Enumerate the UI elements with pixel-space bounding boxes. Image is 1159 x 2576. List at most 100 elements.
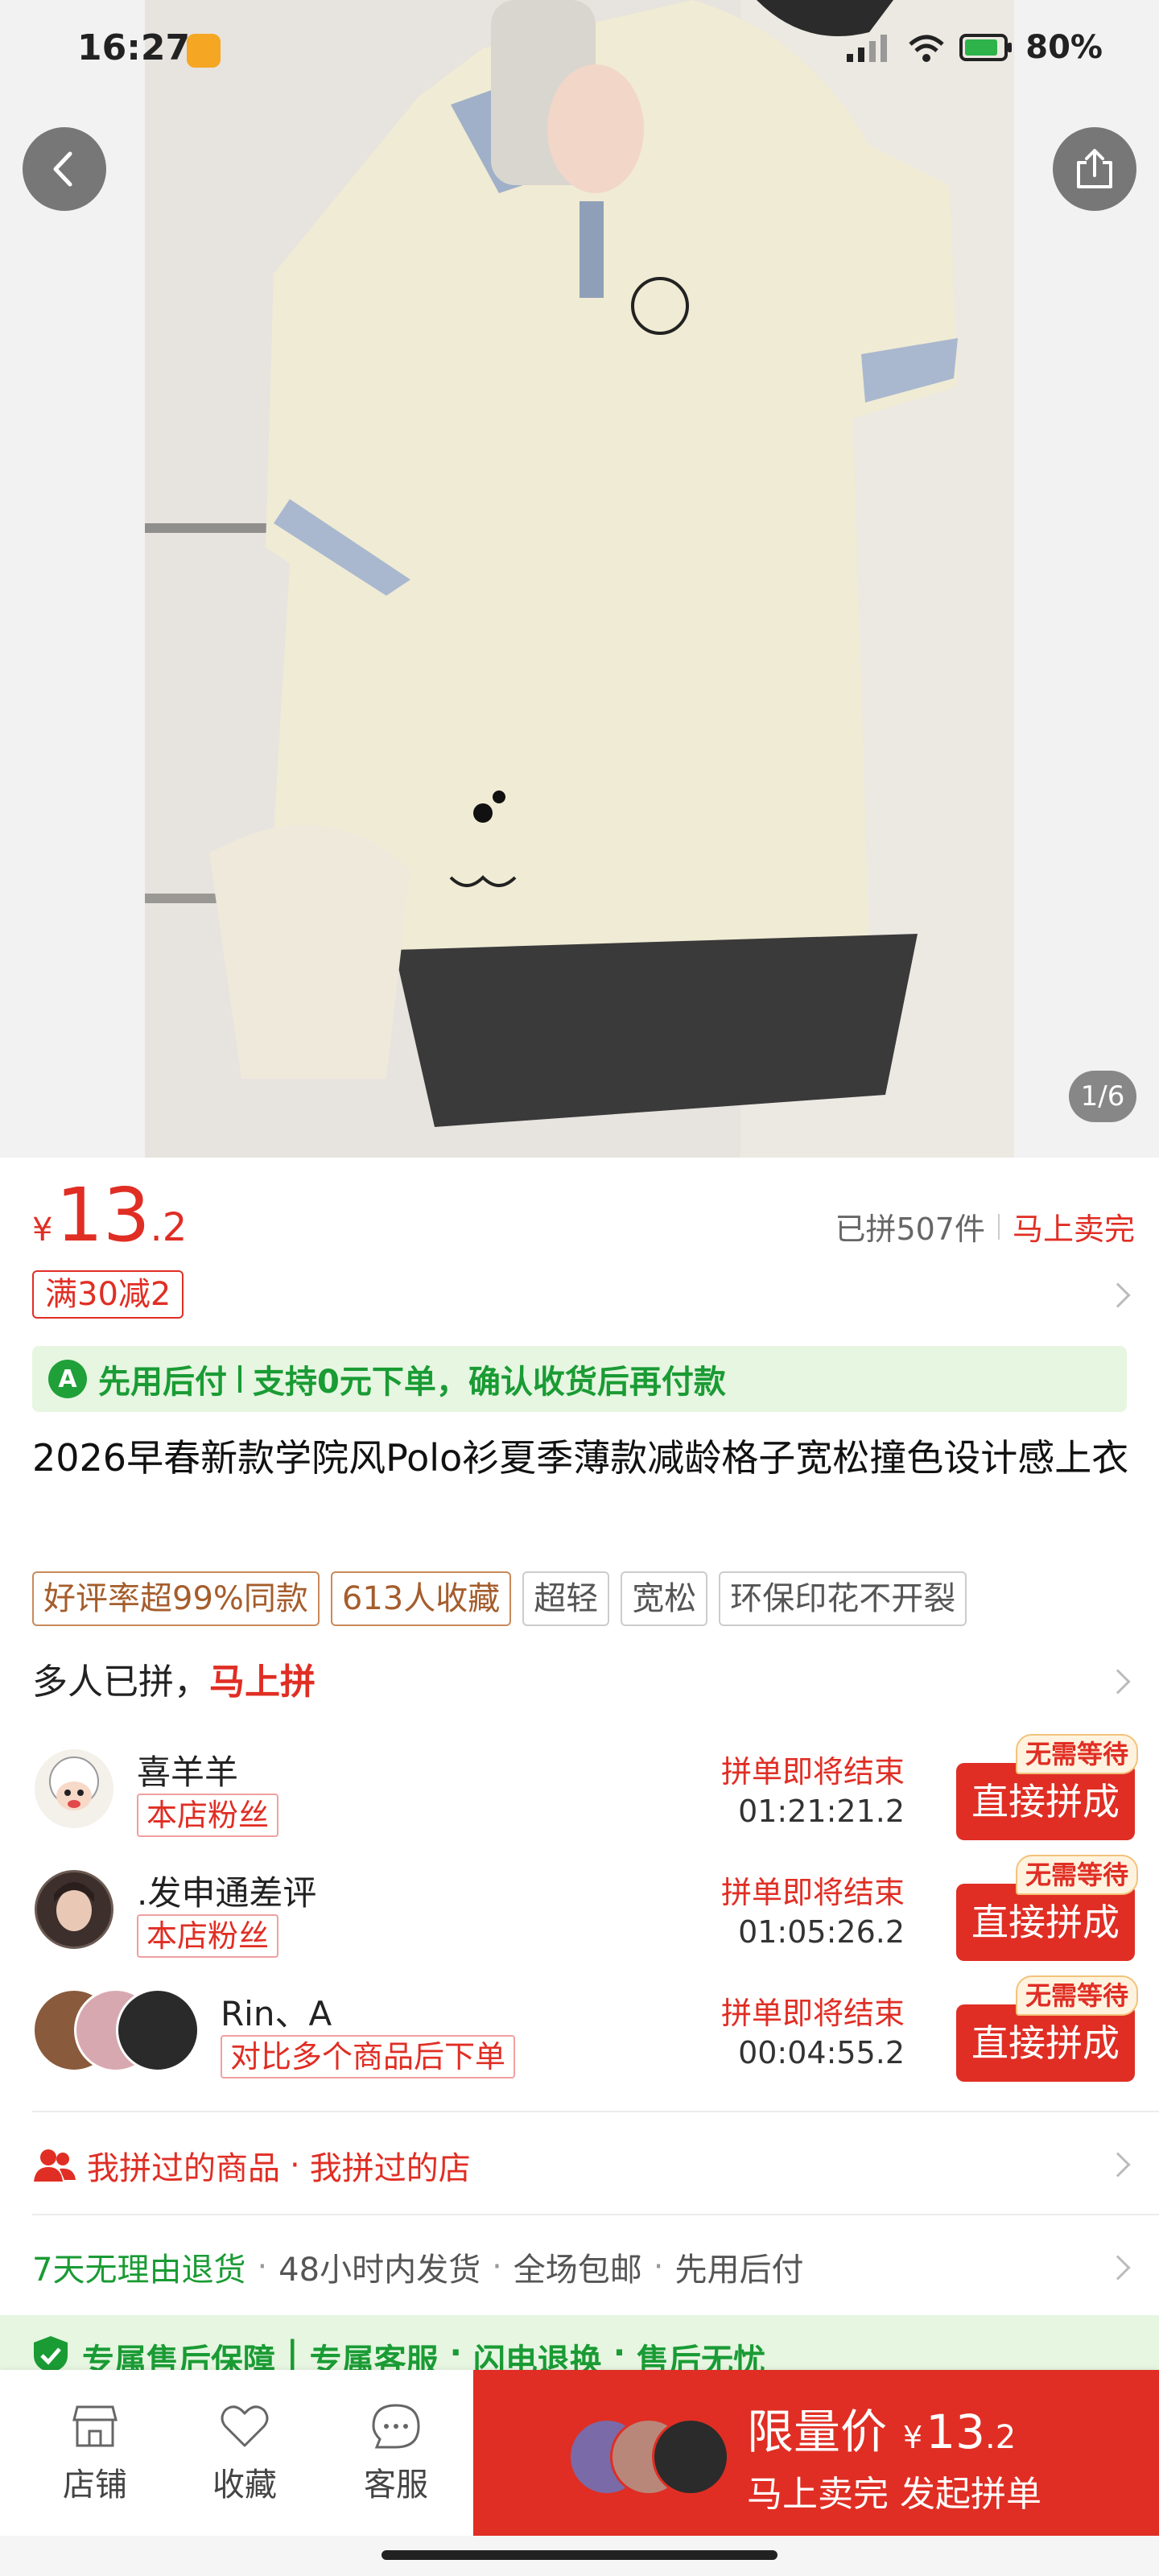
buyer-avatars (568, 2418, 729, 2496)
bottom-action-bar: 店铺 收藏 客服 限量价 ¥ 13 .2 马上卖完 发起拼单 (0, 2370, 1159, 2536)
battery-percent: 80% (1025, 29, 1103, 66)
signal-icon (847, 35, 888, 62)
group-user-tag: 本店粉丝 (137, 1794, 279, 1837)
store-button[interactable]: 店铺 (47, 2402, 143, 2505)
pay-later-divider (238, 1365, 241, 1393)
service-item: 48小时内发货 (278, 2252, 481, 2289)
tag-rating: 好评率超99%同款 (32, 1571, 320, 1626)
price: ¥ 13 .2 (32, 1175, 187, 1256)
group-user-name: 喜羊羊 (137, 1752, 239, 1792)
group-countdown: 01:21:21.2 (738, 1794, 905, 1829)
favorite-button[interactable]: 收藏 (196, 2402, 293, 2505)
service-row[interactable]: 7天无理由退货 · 48小时内发货 · 全场包邮 · 先用后付 (32, 2233, 1135, 2301)
status-time: 16:27 (77, 27, 191, 68)
join-group-button[interactable]: 直接拼成 (956, 1763, 1135, 1840)
sales-divider (997, 1213, 1000, 1240)
status-bar: 16:27 80% (0, 0, 1159, 100)
girl-avatar-icon (37, 1872, 111, 1946)
service-item: 全场包邮 (513, 2252, 642, 2289)
battery-icon (959, 34, 1013, 61)
buy-currency: ¥ (903, 2420, 923, 2455)
guarantee-d: 售后无忧 (637, 2343, 766, 2372)
group-buy-button[interactable]: 限量价 ¥ 13 .2 马上卖完 发起拼单 (473, 2370, 1159, 2536)
home-indicator[interactable] (382, 2550, 777, 2560)
group-buy-header[interactable]: 多人已拼，马上拼 (32, 1650, 1135, 1715)
customer-service-label: 客服 (364, 2467, 428, 2504)
pay-later-desc: 支持0元下单，确认收货后再付款 (253, 1364, 726, 1401)
coupon-badge[interactable]: 满30减2 (32, 1270, 184, 1319)
group-ending-label: 拼单即将结束 (720, 1875, 905, 1910)
tag-loose: 宽松 (621, 1571, 708, 1626)
wifi-icon (909, 35, 944, 62)
join-group-button[interactable]: 直接拼成 (956, 1884, 1135, 1961)
users-icon (34, 2149, 76, 2182)
service-dot: · (257, 2248, 268, 2285)
price-row: ¥ 13 .2 已拼507件 马上卖完 (32, 1175, 1135, 1256)
no-wait-badge: 无需等待 (1015, 1734, 1138, 1774)
history-dot: · (290, 2147, 300, 2184)
service-dot: · (653, 2248, 664, 2285)
group-row: Rin、A 对比多个商品后下单 拼单即将结束 00:04:55.2 直接拼成 无… (32, 1975, 1138, 2085)
store-icon (72, 2405, 118, 2447)
product-gallery[interactable] (0, 0, 1159, 1158)
price-currency: ¥ (32, 1212, 53, 1249)
product-photo (145, 0, 1014, 1158)
avatar (652, 2418, 729, 2496)
history-link-row[interactable]: 我拼过的商品 · 我拼过的店 (32, 2132, 1135, 2199)
history-products-link[interactable]: 我拼过的商品 (87, 2142, 280, 2189)
group-countdown: 00:04:55.2 (738, 2035, 905, 2070)
chevron-left-icon (53, 151, 72, 187)
group-buy-prefix: 多人已拼， (32, 1662, 209, 1703)
buy-integer: 13 (926, 2405, 986, 2459)
shield-check-icon (34, 2336, 68, 2372)
avatar (32, 1747, 116, 1831)
pay-later-title: 先用后付 (98, 1364, 227, 1401)
no-wait-badge: 无需等待 (1015, 1975, 1138, 2016)
chat-icon (372, 2404, 420, 2449)
chevron-right-icon[interactable] (1105, 1282, 1131, 1308)
gallery-counter: 1/6 (1069, 1071, 1136, 1122)
tag-light: 超轻 (522, 1571, 610, 1626)
pay-later-icon: A (48, 1360, 87, 1398)
sold-count: 已拼507件 (835, 1212, 985, 1247)
guarantee-divider: | (287, 2334, 299, 2372)
group-buy-cta: 马上拼 (209, 1662, 316, 1703)
group-ending-label: 拼单即将结束 (720, 1754, 905, 1790)
price-decimal: .2 (150, 1205, 188, 1250)
avatar (32, 1868, 116, 1951)
guarantee-a: 专属售后保障 (82, 2343, 275, 2372)
product-tags: 好评率超99%同款 613人收藏 超轻 宽松 环保印花不开裂 (32, 1571, 967, 1626)
buy-label: 限量价 (747, 2405, 888, 2459)
pay-later-banner[interactable]: A 先用后付 支持0元下单，确认收货后再付款 (32, 1346, 1127, 1412)
status-indicators: 80% (845, 29, 1103, 66)
guarantee-b: 专属客服 (309, 2343, 439, 2372)
history-stores-link[interactable]: 我拼过的店 (310, 2142, 471, 2189)
group-ending-label: 拼单即将结束 (720, 1996, 905, 2031)
product-title: 2026早春新款学院风Polo衫夏季薄款减龄格子宽松撞色设计感上衣 (32, 1436, 1129, 1480)
buy-subtitle: 马上卖完 发起拼单 (747, 2474, 1041, 2515)
guarantee-banner[interactable]: 专属售后保障 | 专属客服 · 闪电退换 · 售后无忧 (0, 2315, 1159, 2372)
service-item: 先用后付 (674, 2252, 804, 2289)
group-user-tag: 本店粉丝 (137, 1914, 279, 1958)
no-wait-badge: 无需等待 (1015, 1855, 1138, 1895)
divider (32, 2214, 1159, 2215)
share-button[interactable] (1053, 127, 1136, 211)
sales-info: 已拼507件 马上卖完 (835, 1204, 1135, 1249)
guarantee-dot: · (449, 2334, 462, 2372)
avatar (116, 1988, 200, 2072)
customer-service-button[interactable]: 客服 (348, 2402, 444, 2505)
store-label: 店铺 (63, 2467, 127, 2504)
share-icon (1077, 149, 1112, 188)
group-user-name: Rin、A (221, 1994, 332, 2033)
favorite-label: 收藏 (212, 2467, 277, 2504)
join-group-button[interactable]: 直接拼成 (956, 2004, 1135, 2082)
selling-fast-label: 马上卖完 (1012, 1212, 1135, 1247)
tag-print: 环保印花不开裂 (719, 1571, 967, 1626)
buy-decimal: .2 (985, 2419, 1017, 2456)
guarantee-c: 闪电退换 (472, 2343, 602, 2372)
back-button[interactable] (23, 127, 106, 211)
heart-icon (221, 2405, 269, 2447)
service-return: 7天无理由退货 (32, 2252, 246, 2289)
service-dot: · (492, 2248, 502, 2285)
price-integer: 13 (56, 1172, 151, 1258)
